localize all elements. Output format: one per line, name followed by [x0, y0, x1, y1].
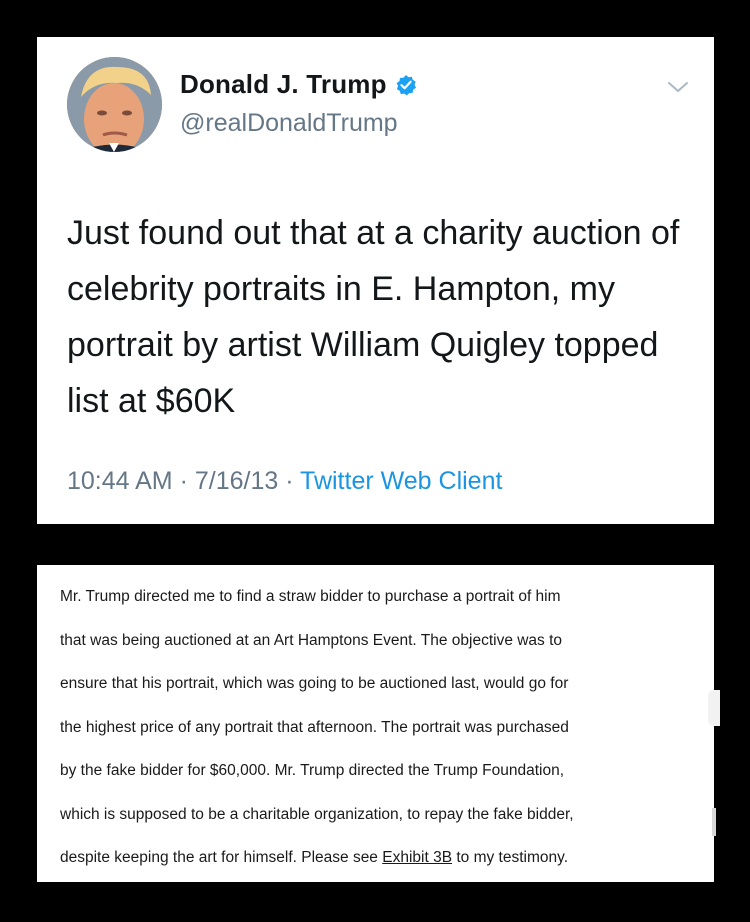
testimony-line: that was being auctioned at an Art Hampt… — [60, 631, 563, 649]
tweet-card: Donald J. Trump @realDonaldTrump Just fo… — [37, 37, 714, 524]
edge-artifact — [708, 690, 720, 726]
tweet-text: Just found out that at a charity auction… — [67, 214, 680, 420]
author-name-row: Donald J. Trump — [180, 69, 417, 100]
verified-badge-icon — [395, 74, 417, 96]
author-handle[interactable]: @realDonaldTrump — [180, 109, 398, 138]
testimony-text: Mr. Trump directed me to find a straw bi… — [60, 575, 700, 880]
tweet-meta: 10:44 AM · 7/16/13 · Twitter Web Client — [67, 467, 502, 496]
testimony-line: ensure that his portrait, which was goin… — [60, 675, 569, 692]
avatar[interactable] — [67, 57, 162, 152]
avatar-portrait — [67, 57, 162, 152]
testimony-line: which is supposed to be a charitable org… — [60, 805, 574, 823]
meta-separator: · — [172, 467, 195, 495]
testimony-text-before-link: despite keeping the art for himself. Ple… — [60, 849, 383, 866]
testimony-line-last: despite keeping the art for himself. Ple… — [60, 836, 700, 880]
testimony-excerpt: Mr. Trump directed me to find a straw bi… — [37, 565, 714, 882]
tweet-date[interactable]: 7/16/13 — [195, 467, 278, 495]
tweet-time[interactable]: 10:44 AM — [67, 467, 173, 495]
meta-separator: · — [278, 467, 301, 495]
edge-artifact — [712, 808, 716, 836]
display-name[interactable]: Donald J. Trump — [180, 69, 387, 100]
tweet-client-link[interactable]: Twitter Web Client — [300, 467, 502, 495]
testimony-line: Mr. Trump directed me to find a straw bi… — [60, 588, 561, 605]
testimony-line: by the fake bidder for $60,000. Mr. Trum… — [60, 762, 565, 779]
exhibit-3b-link[interactable]: Exhibit 3B — [382, 849, 452, 866]
testimony-text-after-link: to my testimony. — [452, 849, 569, 866]
testimony-line: the highest price of any portrait that a… — [60, 718, 569, 736]
chevron-down-icon[interactable] — [666, 79, 690, 95]
